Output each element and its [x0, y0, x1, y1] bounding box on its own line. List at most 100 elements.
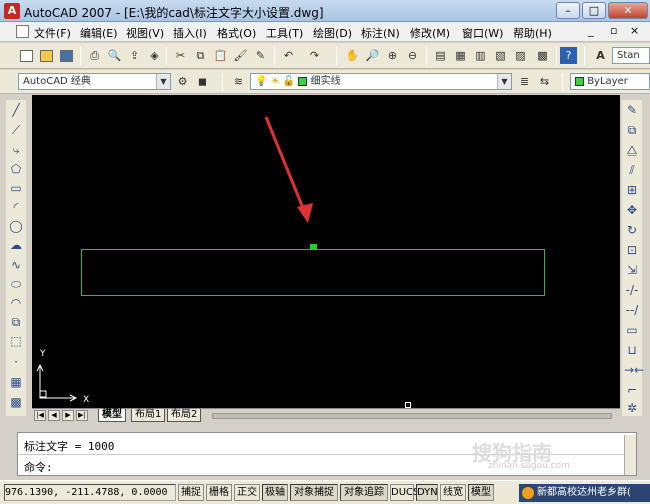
dyn-toggle[interactable]: DYN	[416, 484, 438, 501]
mirror-icon[interactable]: ⧋	[624, 142, 640, 158]
undo-icon[interactable]: ↶	[280, 47, 297, 64]
make-block-icon[interactable]: ⬚	[8, 333, 24, 349]
ducs-toggle[interactable]: DUCS	[390, 484, 419, 501]
green-rectangle[interactable]	[81, 249, 545, 296]
drawing-canvas[interactable]: Y X	[32, 95, 620, 408]
maximize-button[interactable]: □	[582, 2, 606, 19]
move-icon[interactable]: ✥	[624, 202, 640, 218]
trim-icon[interactable]: -/-	[624, 282, 640, 298]
plot-preview-icon[interactable]: 🔍	[106, 47, 123, 64]
revision-cloud-icon[interactable]: ☁	[8, 237, 24, 253]
open-icon[interactable]	[38, 47, 55, 64]
document-icon[interactable]	[16, 25, 29, 38]
doc-restore-button[interactable]: ▫	[610, 24, 617, 37]
offset-icon[interactable]: ⫽	[624, 162, 640, 178]
array-icon[interactable]: ⊞	[624, 182, 640, 198]
otrack-toggle[interactable]: 对象追踪	[340, 484, 388, 501]
save-icon[interactable]	[58, 47, 75, 64]
workspace-select[interactable]: AutoCAD 经典 ▼	[18, 73, 171, 90]
pan-icon[interactable]: ✋	[344, 47, 361, 64]
cut-icon[interactable]: ✂	[172, 47, 189, 64]
paste-icon[interactable]: 📋	[212, 47, 229, 64]
help-icon[interactable]: ?	[560, 47, 577, 64]
my-workspace-icon[interactable]: ◼	[194, 73, 211, 90]
doc-minimize-button[interactable]: _	[588, 24, 594, 37]
gradient-icon[interactable]: ▩	[8, 394, 24, 410]
construction-line-icon[interactable]: ⟋	[8, 122, 24, 138]
insert-block-icon[interactable]: ⧉	[8, 314, 24, 330]
make-layer-current-icon[interactable]: ≣	[516, 73, 533, 90]
model-space-toggle[interactable]: 模型	[468, 484, 494, 501]
command-window[interactable]: 标注文字 = 1000 命令: 搜狗指南 zhinan.sogou.com	[17, 432, 637, 476]
chamfer-icon[interactable]: →←	[624, 362, 644, 378]
menu-insert[interactable]: 插入(I)	[173, 25, 207, 41]
3d-dwf-icon[interactable]: ◈	[146, 47, 163, 64]
polyline-icon[interactable]: ⤷	[8, 142, 24, 158]
rectangle-icon[interactable]: ▭	[8, 180, 24, 196]
menu-format[interactable]: 格式(O)	[217, 25, 256, 41]
menu-dimension[interactable]: 标注(N)	[361, 25, 400, 41]
autocad-app-icon[interactable]: A	[4, 3, 20, 19]
workspace-settings-icon[interactable]: ⚙	[174, 73, 191, 90]
command-prompt[interactable]: 命令:	[24, 459, 53, 475]
ellipse-icon[interactable]: ⬭	[8, 276, 24, 292]
grid-toggle[interactable]: 栅格	[206, 484, 232, 501]
sheet-set-icon[interactable]: ▧	[492, 47, 509, 64]
menu-tools[interactable]: 工具(T)	[266, 25, 303, 41]
text-style-icon[interactable]: A	[592, 47, 609, 64]
osnap-toggle[interactable]: 对象捕捉	[290, 484, 338, 501]
explode-icon[interactable]: ✲	[624, 400, 640, 416]
snap-toggle[interactable]: 捕捉	[178, 484, 204, 501]
zoom-previous-icon[interactable]: ⊖	[404, 47, 421, 64]
copy-object-icon[interactable]: ⧉	[624, 122, 640, 138]
grip-point[interactable]	[310, 244, 317, 249]
point-icon[interactable]: ·	[8, 354, 24, 370]
prev-tab-icon[interactable]: ◀	[48, 410, 60, 421]
menu-modify[interactable]: 修改(M)	[410, 25, 450, 41]
first-tab-icon[interactable]: |◀	[34, 410, 46, 421]
color-select[interactable]: ByLayer	[570, 73, 650, 90]
erase-icon[interactable]: ✎	[624, 102, 640, 118]
tab-model[interactable]: 模型	[98, 409, 126, 422]
publish-icon[interactable]: ⇪	[126, 47, 143, 64]
line-icon[interactable]: ╱	[8, 102, 24, 118]
tab-layout1[interactable]: 布局1	[131, 409, 166, 422]
polar-toggle[interactable]: 极轴	[262, 484, 288, 501]
spline-icon[interactable]: ∿	[8, 257, 24, 273]
copy-icon[interactable]: ⧉	[192, 47, 209, 64]
zoom-window-icon[interactable]: ⊕	[384, 47, 401, 64]
doc-close-button[interactable]: ×	[630, 24, 639, 37]
join-icon[interactable]: ⊔	[624, 342, 640, 358]
layer-select[interactable]: 💡 ☀ 🔓 细实线 ▼	[250, 73, 512, 90]
redo-icon[interactable]: ↷	[306, 47, 323, 64]
scale-icon[interactable]: ⊡	[624, 242, 640, 258]
minimize-button[interactable]: –	[556, 2, 580, 19]
polygon-icon[interactable]: ⬠	[8, 161, 24, 177]
fillet-icon[interactable]: ⌐	[624, 382, 640, 398]
lineweight-toggle[interactable]: 线宽	[440, 484, 466, 501]
arc-icon[interactable]: ◜	[8, 199, 24, 215]
block-editor-icon[interactable]: ✎	[252, 47, 269, 64]
layer-previous-icon[interactable]: ⇆	[536, 73, 553, 90]
close-button[interactable]: ✕	[608, 2, 648, 19]
command-scrollbar[interactable]	[624, 435, 636, 475]
calculator-icon[interactable]: ▩	[534, 47, 551, 64]
tab-layout2[interactable]: 布局2	[167, 409, 202, 422]
menu-help[interactable]: 帮助(H)	[513, 25, 552, 41]
notification-bar[interactable]: 新都高校达州老乡群(	[519, 484, 650, 502]
ortho-toggle[interactable]: 正交	[234, 484, 260, 501]
zoom-realtime-icon[interactable]: 🔎	[364, 47, 381, 64]
properties-icon[interactable]: ▤	[432, 47, 449, 64]
menu-window[interactable]: 窗口(W)	[462, 25, 503, 41]
circle-icon[interactable]: ◯	[8, 218, 24, 234]
new-icon[interactable]	[18, 47, 35, 64]
hatch-icon[interactable]: ▦	[8, 374, 24, 390]
extend-icon[interactable]: --/	[624, 302, 640, 318]
stretch-icon[interactable]: ⇲	[624, 262, 640, 278]
plot-icon[interactable]: ⎙	[86, 47, 103, 64]
match-properties-icon[interactable]: 🖌	[232, 47, 249, 64]
menu-file[interactable]: 文件(F)	[34, 25, 71, 41]
text-style-select[interactable]: Stan	[612, 47, 650, 64]
design-center-icon[interactable]: ▦	[452, 47, 469, 64]
menu-edit[interactable]: 编辑(E)	[80, 25, 118, 41]
